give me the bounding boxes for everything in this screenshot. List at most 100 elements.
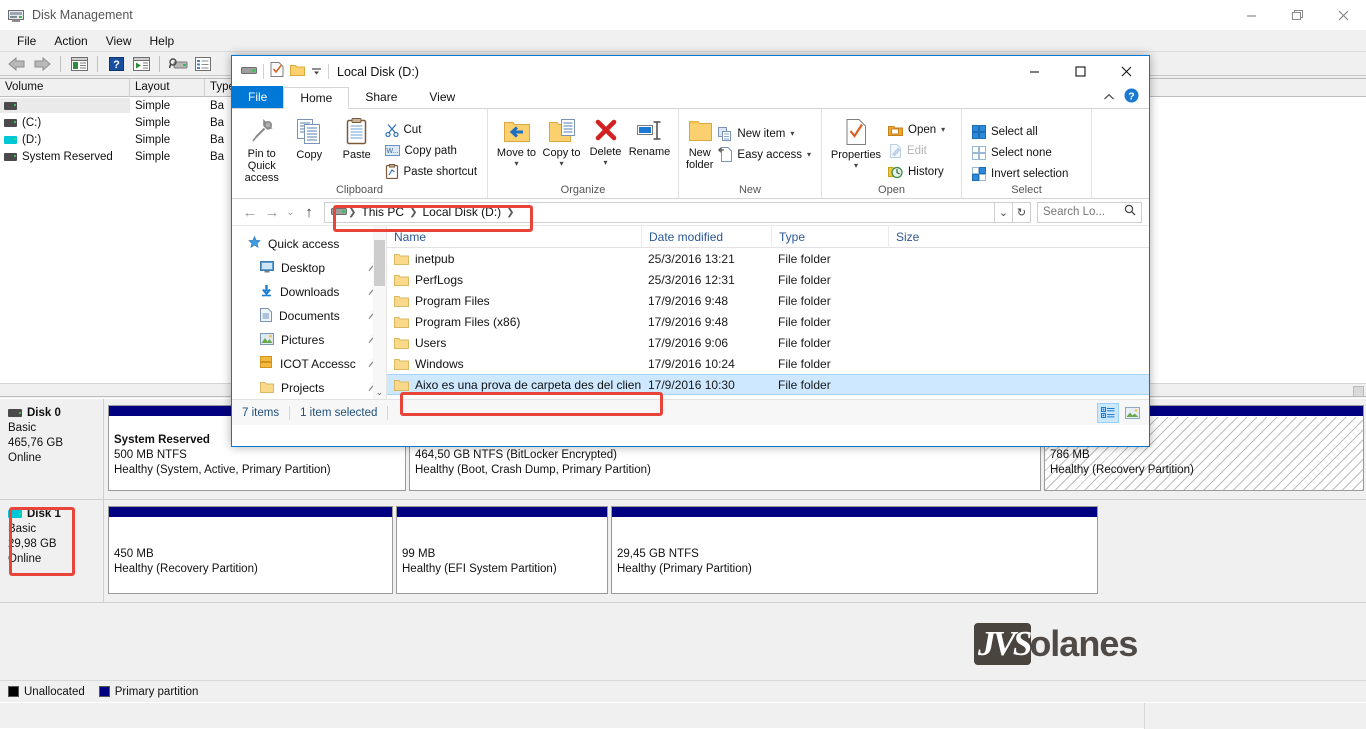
breadcrumb-this-pc[interactable]: This PC [357, 205, 408, 219]
delete-caret-icon[interactable]: ▾ [603, 158, 607, 167]
breadcrumb-separator[interactable]: ❯ [347, 207, 357, 218]
paste-shortcut-button[interactable]: Paste shortcut [381, 161, 482, 182]
explorer-titlebar[interactable]: Local Disk (D:) [232, 56, 1149, 87]
forward-arrow-icon[interactable] [31, 54, 53, 74]
show-hide-console-tree-icon[interactable] [68, 54, 90, 74]
explorer-minimize-button[interactable] [1011, 56, 1057, 87]
select-all-button[interactable]: Select all [968, 121, 1072, 142]
dm-restore-button[interactable] [1274, 0, 1320, 30]
statusbar-right-pane [1144, 703, 1366, 729]
pin-to-quick-access-button[interactable]: Pin to Quick access [238, 115, 286, 184]
chevron-down-icon[interactable]: ⌄ [373, 385, 386, 399]
copy-to-caret-icon[interactable]: ▾ [559, 159, 563, 168]
tab-share[interactable]: Share [349, 86, 413, 108]
copy-to-button[interactable]: Copy to ▾ [540, 115, 584, 168]
tab-file[interactable]: File [232, 86, 284, 108]
sidebar-item-pictures[interactable]: Pictures [232, 328, 386, 352]
up-icon[interactable]: ↑ [298, 201, 320, 223]
back-icon[interactable]: ← [239, 201, 261, 223]
sidebar-item-quick-access[interactable]: Quick access [232, 232, 386, 256]
sidebar-item-icot-accessc[interactable]: ICOT Accessc [232, 352, 386, 376]
tab-home[interactable]: Home [283, 87, 350, 109]
explorer-close-button[interactable] [1103, 56, 1149, 87]
easy-access-button[interactable]: Easy access ▾ [714, 144, 815, 165]
move-to-caret-icon[interactable]: ▾ [514, 159, 518, 168]
column-type[interactable]: Type [771, 225, 888, 248]
new-folder-icon[interactable] [290, 63, 305, 81]
table-row[interactable]: inetpub 25/3/2016 13:21 File folder [387, 248, 1149, 269]
large-icons-view-icon[interactable] [1121, 403, 1143, 423]
help-icon[interactable]: ? [105, 54, 127, 74]
properties-button[interactable]: Properties ▾ [828, 115, 884, 170]
disk-1-info[interactable]: Disk 1 Basic 29,98 GB Online [0, 500, 104, 602]
copy-path-button[interactable]: W... Copy path [381, 140, 482, 161]
tab-view[interactable]: View [413, 86, 471, 108]
table-row[interactable]: Windows 17/9/2016 10:24 File folder [387, 353, 1149, 374]
breadcrumb[interactable]: ❯ This PC ❯ Local Disk (D:) ❯ [324, 201, 995, 223]
chevron-down-icon[interactable]: ⌄ [995, 201, 1013, 223]
table-row-selected[interactable]: Aixo es una prova de carpeta des del cli… [387, 374, 1149, 395]
cut-button[interactable]: Cut [381, 119, 482, 140]
select-none-button[interactable]: Select none [968, 142, 1072, 163]
partition-efi[interactable]: 99 MB Healthy (EFI System Partition) [396, 506, 608, 594]
partition-primary-d[interactable]: 29,45 GB NTFS Healthy (Primary Partition… [611, 506, 1098, 594]
dm-minimize-button[interactable] [1228, 0, 1274, 30]
easy-access-caret-icon[interactable]: ▾ [807, 150, 811, 159]
properties-caret-icon[interactable]: ▾ [854, 161, 858, 170]
column-layout[interactable]: Layout [130, 79, 205, 97]
column-volume[interactable]: Volume [0, 79, 130, 97]
new-folder-button[interactable]: New folder [685, 115, 714, 171]
details-view-icon[interactable] [1097, 402, 1119, 423]
move-to-button[interactable]: Move to ▾ [495, 115, 539, 168]
sidebar-item-desktop[interactable]: Desktop [232, 256, 386, 280]
open-button[interactable]: Open ▾ [884, 119, 949, 140]
breadcrumb-local-disk-d[interactable]: Local Disk (D:) [418, 205, 505, 219]
recent-locations-chevron-icon[interactable]: ⌄ [283, 201, 298, 223]
properties-icon[interactable] [270, 61, 284, 82]
table-row[interactable]: PerfLogs 25/3/2016 12:31 File folder [387, 269, 1149, 290]
help-icon[interactable]: ? [1124, 88, 1139, 108]
history-button[interactable]: History [884, 161, 949, 182]
customize-qat-chevron-icon[interactable] [311, 63, 322, 81]
sidebar-item-documents[interactable]: Documents [232, 304, 386, 328]
dm-close-button[interactable] [1320, 0, 1366, 30]
menu-view[interactable]: View [97, 32, 141, 50]
navigation-pane-scrollbar[interactable]: ⌃ ⌄ [373, 226, 386, 399]
open-caret-icon[interactable]: ▾ [941, 125, 945, 134]
menu-file[interactable]: File [8, 32, 45, 50]
show-action-pane-icon[interactable] [130, 54, 152, 74]
menu-help[interactable]: Help [141, 32, 184, 50]
disk-row-1[interactable]: Disk 1 Basic 29,98 GB Online 450 MB Heal… [0, 500, 1366, 603]
copy-button[interactable]: Copy [286, 115, 334, 161]
collapse-ribbon-chevron-icon[interactable] [1103, 89, 1115, 107]
forward-icon[interactable]: → [261, 201, 283, 223]
sidebar-item-projects[interactable]: Projects [232, 376, 386, 400]
menu-action[interactable]: Action [45, 32, 96, 50]
chevron-up-icon[interactable]: ⌃ [373, 226, 386, 240]
column-name[interactable]: Name [387, 226, 641, 248]
partition-recovery-1[interactable]: 450 MB Healthy (Recovery Partition) [108, 506, 393, 594]
breadcrumb-separator[interactable]: ❯ [408, 207, 418, 218]
explorer-maximize-button[interactable] [1057, 56, 1103, 87]
table-row[interactable]: Program Files (x86) 17/9/2016 9:48 File … [387, 311, 1149, 332]
paste-button[interactable]: Paste [333, 115, 381, 161]
invert-selection-button[interactable]: Invert selection [968, 163, 1072, 184]
search-input[interactable]: Search Lo... [1037, 201, 1142, 223]
column-date-modified[interactable]: Date modified [641, 225, 771, 248]
sidebar-item-downloads[interactable]: Downloads [232, 280, 386, 304]
delete-button[interactable]: Delete ▾ [585, 115, 627, 167]
rescan-disks-icon[interactable] [167, 54, 189, 74]
back-arrow-icon[interactable] [6, 54, 28, 74]
scrollbar-thumb[interactable] [374, 240, 385, 286]
disk-0-info[interactable]: Disk 0 Basic 465,76 GB Online [0, 399, 104, 499]
table-row[interactable]: Users 17/9/2016 9:06 File folder [387, 332, 1149, 353]
search-icon[interactable] [1124, 203, 1136, 221]
breadcrumb-separator[interactable]: ❯ [505, 207, 515, 218]
new-item-caret-icon[interactable]: ▾ [790, 129, 794, 138]
new-item-button[interactable]: New item ▾ [714, 123, 815, 144]
column-size[interactable]: Size [888, 225, 958, 248]
refresh-icon[interactable]: ↻ [1013, 201, 1031, 223]
properties-icon[interactable] [192, 54, 214, 74]
rename-button[interactable]: Rename [628, 115, 672, 158]
table-row[interactable]: Program Files 17/9/2016 9:48 File folder [387, 290, 1149, 311]
